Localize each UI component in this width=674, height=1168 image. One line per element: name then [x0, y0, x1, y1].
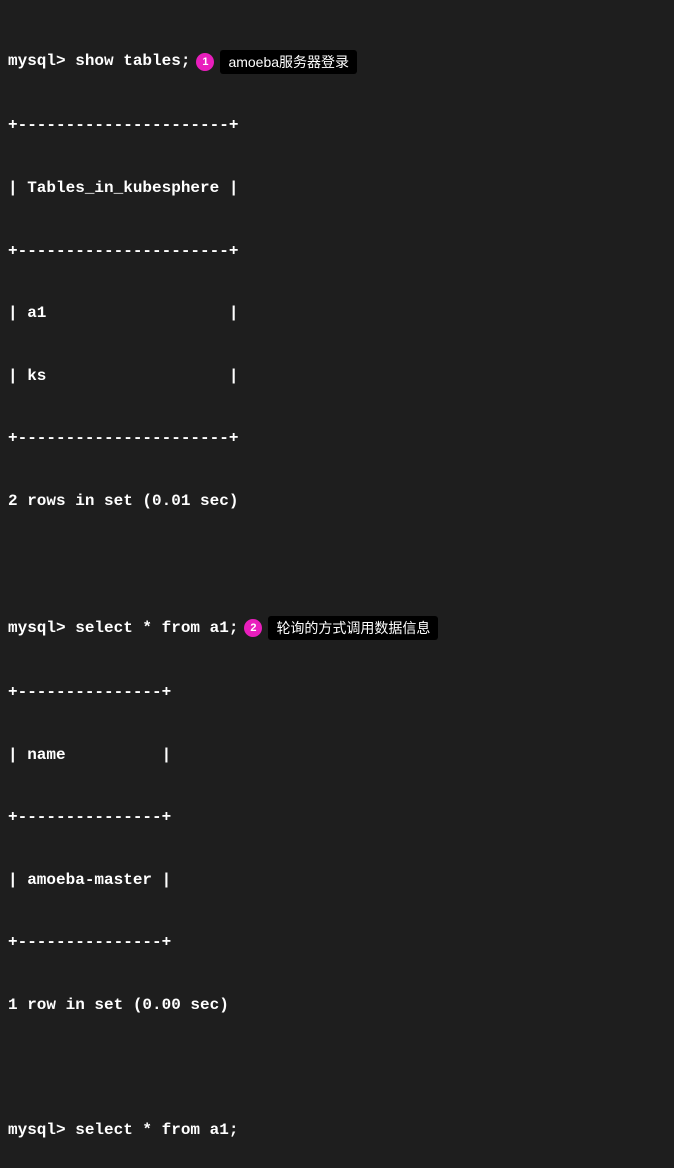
table-border: +----------------------+ [8, 241, 238, 262]
annotation-label-2: 轮询的方式调用数据信息 [268, 616, 438, 640]
table-row: | amoeba-master | [8, 870, 171, 891]
table-border: +---------------+ [8, 932, 171, 953]
table-border: +----------------------+ [8, 428, 238, 449]
table-header: | name | [8, 745, 171, 766]
annotation-badge-1: 1 [196, 53, 214, 71]
mysql-prompt-show-tables: mysql> show tables; [8, 51, 190, 72]
annotation-badge-2: 2 [244, 619, 262, 637]
table-border: +---------------+ [8, 682, 171, 703]
terminal-output: mysql> show tables; 1 amoeba服务器登录 +-----… [8, 8, 666, 1168]
table-row: | ks | [8, 366, 238, 387]
mysql-prompt-select-1: mysql> select * from a1; [8, 618, 238, 639]
result-summary: 2 rows in set (0.01 sec) [8, 491, 238, 512]
table-row: | a1 | [8, 303, 238, 324]
result-summary: 1 row in set (0.00 sec) [8, 995, 229, 1016]
table-border: +----------------------+ [8, 115, 238, 136]
annotation-label-1: amoeba服务器登录 [220, 50, 357, 74]
mysql-prompt-select-2: mysql> select * from a1; [8, 1120, 238, 1141]
table-border: +---------------+ [8, 807, 171, 828]
table-header: | Tables_in_kubesphere | [8, 178, 238, 199]
